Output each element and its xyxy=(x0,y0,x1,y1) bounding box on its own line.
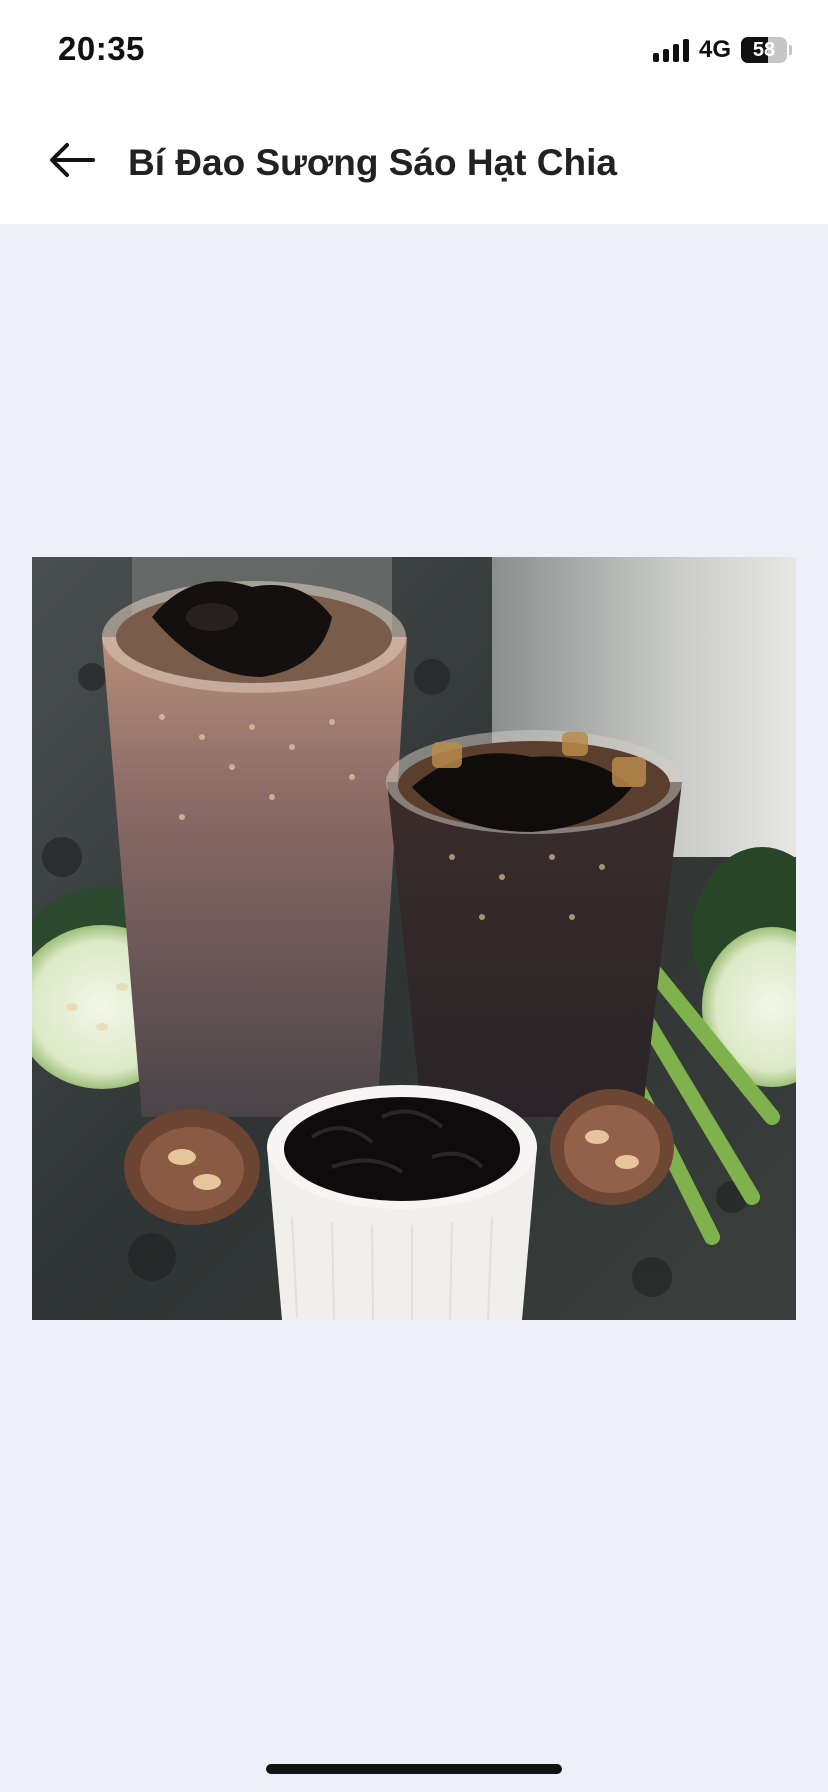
navigation-bar: Bí Đao Sương Sáo Hạt Chia xyxy=(0,120,828,210)
arrow-left-icon xyxy=(50,143,95,177)
page-title: Bí Đao Sương Sáo Hạt Chia xyxy=(128,142,617,183)
home-indicator[interactable] xyxy=(266,1764,562,1774)
header-background: 20:35 4G 58 Bí Đao Sương Sáo Hạt Chia xyxy=(0,0,828,224)
battery-nub xyxy=(789,45,792,55)
battery-level: 58 xyxy=(752,38,776,61)
battery-icon: 58 xyxy=(741,37,787,63)
signal-icon xyxy=(652,38,689,62)
product-photo-illustration xyxy=(32,557,796,1320)
status-bar: 20:35 4G 58 xyxy=(0,0,828,100)
status-time: 20:35 xyxy=(58,30,145,67)
status-indicators: 4G 58 xyxy=(652,34,792,66)
product-photo[interactable] xyxy=(32,557,796,1320)
back-button[interactable] xyxy=(36,128,108,192)
network-label: 4G xyxy=(698,36,731,63)
